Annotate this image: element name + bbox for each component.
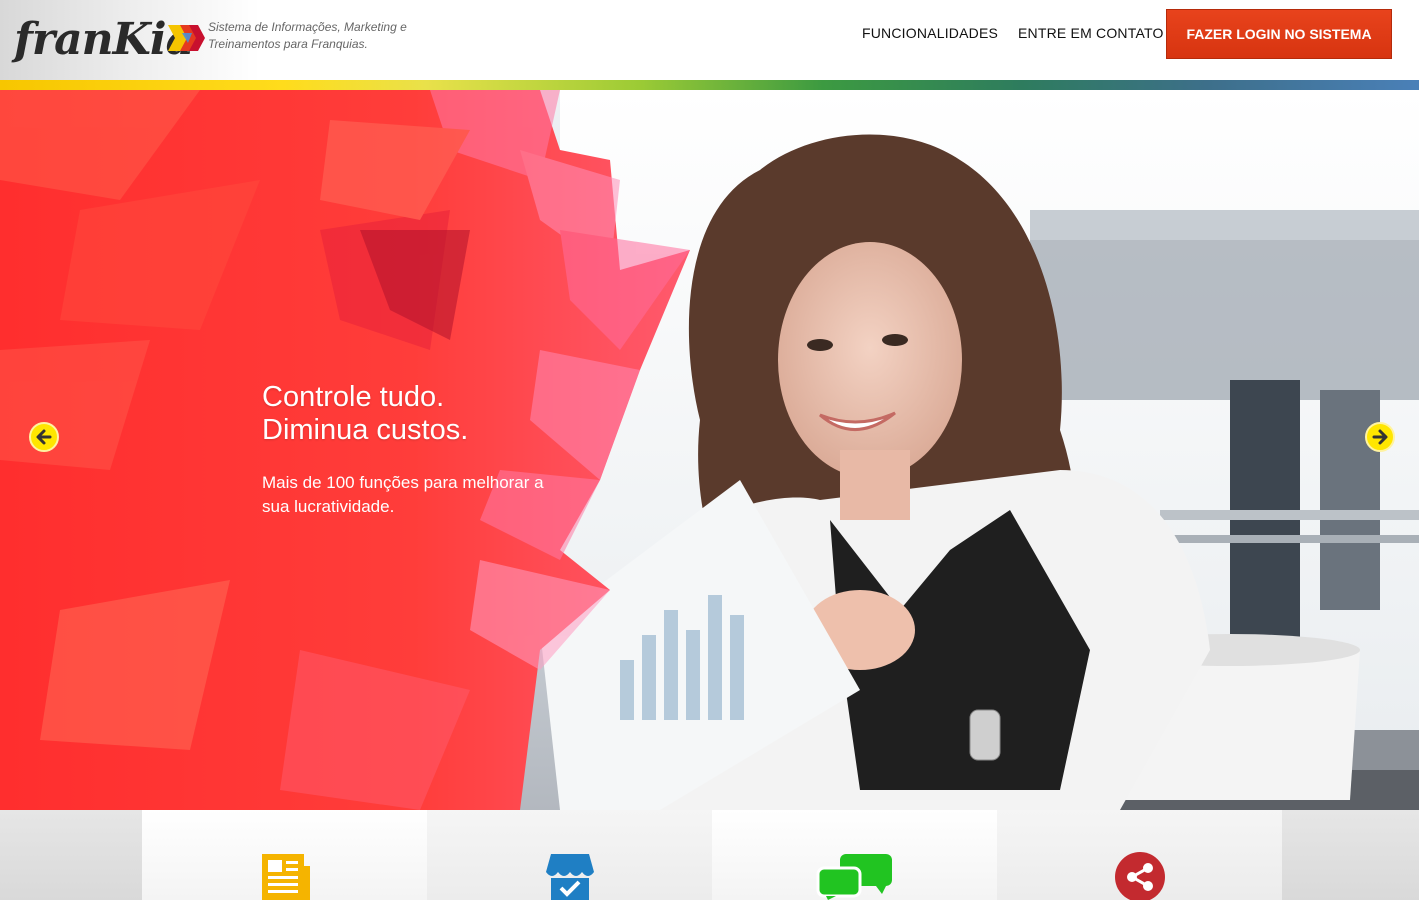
login-button[interactable]: FAZER LOGIN NO SISTEMA	[1166, 9, 1392, 59]
tagline: Sistema de Informações, Marketing e Trei…	[208, 20, 407, 51]
hero-title: Controle tudo. Diminua custos.	[262, 381, 468, 447]
logo[interactable]: franKia	[14, 10, 205, 68]
nav-contato[interactable]: ENTRE EM CONTATO	[1018, 25, 1164, 41]
rainbow-divider	[0, 80, 1419, 90]
hero-title-line1: Controle tudo.	[262, 381, 445, 413]
feature-news[interactable]	[142, 810, 427, 900]
logo-mark-icon	[168, 25, 205, 51]
store-icon	[545, 854, 594, 900]
features-strip	[0, 810, 1419, 900]
carousel-next-button[interactable]	[1365, 422, 1395, 452]
logo-text: franKia	[14, 13, 194, 65]
feature-share[interactable]	[997, 810, 1282, 900]
carousel-prev-button[interactable]	[29, 422, 59, 452]
chat-icon	[816, 854, 892, 900]
hero-carousel: Controle tudo. Diminua custos. Mais de 1…	[0, 90, 1419, 810]
newspaper-icon	[261, 854, 310, 900]
hero-subtitle: Mais de 100 funções para melhorar a sua …	[262, 473, 544, 516]
hero-title-line2: Diminua custos.	[262, 414, 469, 446]
hero-background-image	[0, 90, 1419, 810]
arrow-right-icon	[1372, 429, 1388, 445]
nav-funcionalidades[interactable]: FUNCIONALIDADES	[862, 25, 998, 41]
feature-chat[interactable]	[712, 810, 997, 900]
arrow-left-icon	[36, 429, 52, 445]
share-icon	[1114, 852, 1165, 900]
site-header: franKia Sistema de Informações, Marketin…	[0, 0, 1419, 80]
feature-store[interactable]	[427, 810, 712, 900]
